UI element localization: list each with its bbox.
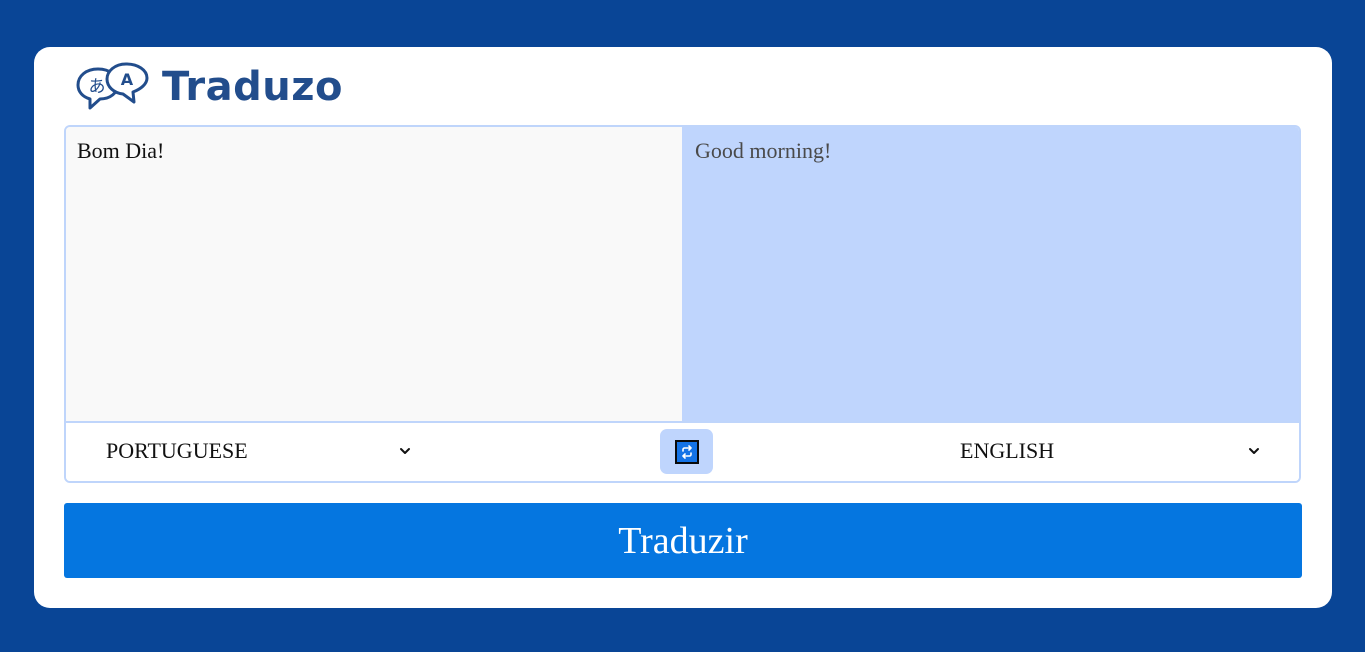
translate-button[interactable]: Traduzir <box>64 503 1302 578</box>
swap-languages-button[interactable] <box>660 429 713 474</box>
translate-bubbles-icon: あ A <box>76 62 149 110</box>
source-text-input[interactable]: Bom Dia! <box>66 127 682 421</box>
app-title: Traduzo <box>162 64 343 110</box>
source-language-label: PORTUGUESE <box>106 438 248 463</box>
source-language-select[interactable]: PORTUGUESE <box>106 431 411 471</box>
chevron-down-icon <box>1249 448 1259 454</box>
swap-arrows-icon <box>674 439 699 464</box>
logo-glyph-b: A <box>121 70 134 89</box>
target-language-label: ENGLISH <box>960 438 1055 463</box>
chevron-down-icon <box>400 448 410 454</box>
language-bar: PORTUGUESE ENGLISH <box>66 423 1299 481</box>
translator-panel: Bom Dia! Good morning! PORTUGUESE ENGLIS… <box>64 125 1301 483</box>
app-logo: あ A Traduzo <box>76 61 343 113</box>
target-language-select[interactable]: ENGLISH <box>960 431 1260 471</box>
translated-text-output: Good morning! <box>682 127 1299 421</box>
translator-card: あ A Traduzo Bom Dia! Good morning! PORTU… <box>34 47 1332 608</box>
logo-glyph-a: あ <box>89 77 106 97</box>
